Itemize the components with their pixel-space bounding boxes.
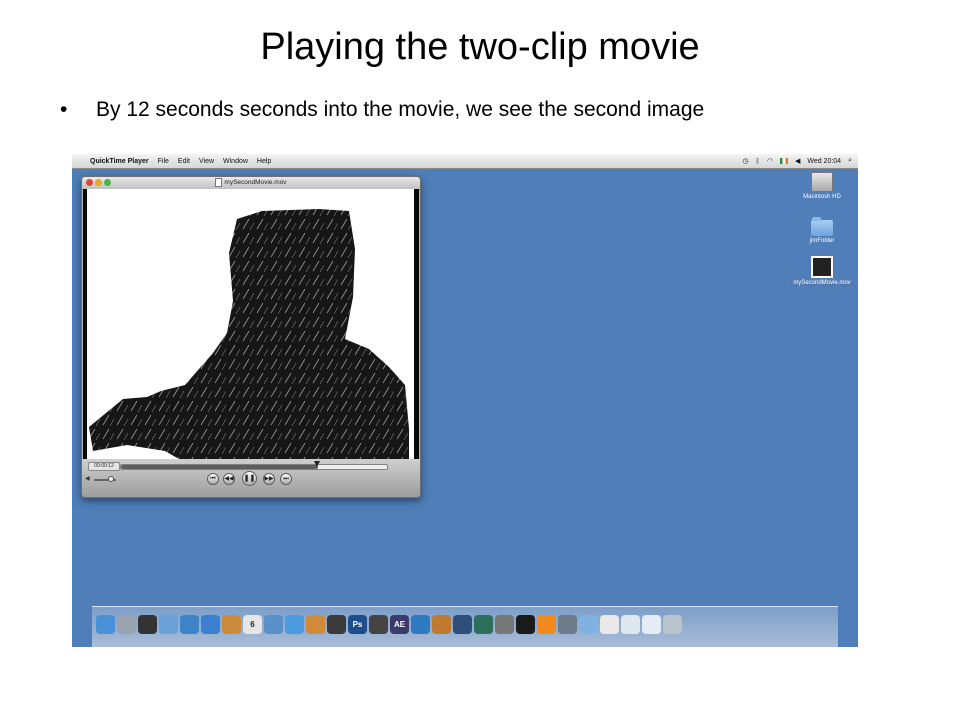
desktop-icon-label: Macintosh HD <box>803 194 841 200</box>
spotlight-icon[interactable]: ⌕ <box>848 157 852 165</box>
ical-icon[interactable]: 6 <box>243 615 262 634</box>
document-icon <box>215 177 223 187</box>
skip-forward-button[interactable]: ⏭ <box>280 473 292 485</box>
volume-knob[interactable] <box>107 476 114 482</box>
bullet-item: • By 12 seconds seconds into the movie, … <box>60 98 704 122</box>
playback-controls: 00:00:12 ◀ ⏮ ◀◀ ❚❚ ▶▶ ⏭ <box>82 459 420 497</box>
time-machine-menu-icon[interactable]: ◷ <box>743 157 749 165</box>
speaker-icon: ◀ <box>85 476 90 482</box>
menu-extras: ◷ ᛒ ◠ ◀ Wed 20:04 ⌕ <box>743 154 852 168</box>
documents-stack-icon[interactable] <box>600 615 619 634</box>
video-image <box>87 189 414 459</box>
timecode-display: 00:00:12 <box>88 462 120 471</box>
desktop-icon-label: mySecondMovie.mov <box>791 280 853 286</box>
dashboard-icon[interactable] <box>138 615 157 634</box>
menu-edit[interactable]: Edit <box>178 158 190 165</box>
folder-icon <box>811 217 833 236</box>
bluetooth-icon[interactable]: ᛒ <box>756 158 760 165</box>
address-book-icon[interactable] <box>222 615 241 634</box>
vlc-icon[interactable] <box>537 615 556 634</box>
menu-bar: QuickTime Player File Edit View Window H… <box>72 154 858 169</box>
after-effects-icon[interactable]: AE <box>390 615 409 634</box>
ichat-icon[interactable] <box>201 615 220 634</box>
desktop-icon-jimfolder[interactable]: jimFolder <box>786 217 858 244</box>
scrubber-progress <box>121 465 318 469</box>
downloads-stack-icon[interactable] <box>621 615 640 634</box>
quicktime-player-window: mySecondMovie.mov 00:00:12 ◀ ⏮ ◀◀ ❚❚ ▶▶ … <box>81 176 421 498</box>
hard-drive-icon <box>811 172 833 192</box>
window-title: mySecondMovie.mov <box>82 177 420 189</box>
aperture-icon[interactable] <box>327 615 346 634</box>
slide-title: Playing the two-clip movie <box>260 26 700 68</box>
desktop-icon-macintosh-hd[interactable]: Macintosh HD <box>786 172 858 200</box>
activity-monitor-icon[interactable] <box>558 615 577 634</box>
window-title-text: mySecondMovie.mov <box>224 179 287 186</box>
rewind-button[interactable]: ◀◀ <box>223 473 235 485</box>
sync-icon[interactable] <box>411 615 430 634</box>
finder-icon[interactable] <box>96 615 115 634</box>
playhead-handle[interactable] <box>313 461 320 467</box>
itunes-icon[interactable] <box>285 615 304 634</box>
menu-clock[interactable]: Wed 20:04 <box>807 158 841 165</box>
bullet-symbol: • <box>60 98 68 121</box>
disk-utility-icon[interactable] <box>495 615 514 634</box>
stack-icon[interactable] <box>642 615 661 634</box>
time-machine-icon[interactable] <box>474 615 493 634</box>
iphoto-icon[interactable] <box>264 615 283 634</box>
pause-button[interactable]: ❚❚ <box>242 471 257 486</box>
mail-icon[interactable] <box>159 615 178 634</box>
system-preferences-icon[interactable] <box>117 615 136 634</box>
trash-icon[interactable] <box>663 615 682 634</box>
wifi-icon[interactable]: ◠ <box>767 157 773 165</box>
desktop-screenshot: QuickTime Player File Edit View Window H… <box>72 154 858 647</box>
movie-file-icon <box>811 256 833 278</box>
fast-forward-button[interactable]: ▶▶ <box>263 473 275 485</box>
applications-folder-icon[interactable] <box>579 615 598 634</box>
menu-view[interactable]: View <box>199 158 214 165</box>
desktop-icon-label: jimFolder <box>809 238 835 244</box>
dock: 6 Ps AE <box>92 606 838 647</box>
app-menu[interactable]: QuickTime Player <box>90 158 149 165</box>
input-flag-icon[interactable] <box>779 158 788 164</box>
garageband-icon[interactable] <box>432 615 451 634</box>
video-frame[interactable] <box>83 189 419 459</box>
menu-help[interactable]: Help <box>257 158 271 165</box>
final-cut-icon[interactable] <box>369 615 388 634</box>
skip-back-button[interactable]: ⏮ <box>207 473 219 485</box>
preview-icon[interactable] <box>306 615 325 634</box>
spaces-icon[interactable] <box>453 615 472 634</box>
volume-menu-icon[interactable]: ◀ <box>795 157 800 165</box>
safari-icon[interactable] <box>180 615 199 634</box>
desktop-icon-mysecondmovie[interactable]: mySecondMovie.mov <box>786 256 858 286</box>
menu-file[interactable]: File <box>158 158 169 165</box>
bullet-text: By 12 seconds seconds into the movie, we… <box>96 98 705 121</box>
silhouette-image <box>89 209 409 459</box>
terminal-icon[interactable] <box>516 615 535 634</box>
photoshop-icon[interactable]: Ps <box>348 615 367 634</box>
menu-window[interactable]: Window <box>223 158 248 165</box>
scrubber-track[interactable] <box>120 464 388 470</box>
